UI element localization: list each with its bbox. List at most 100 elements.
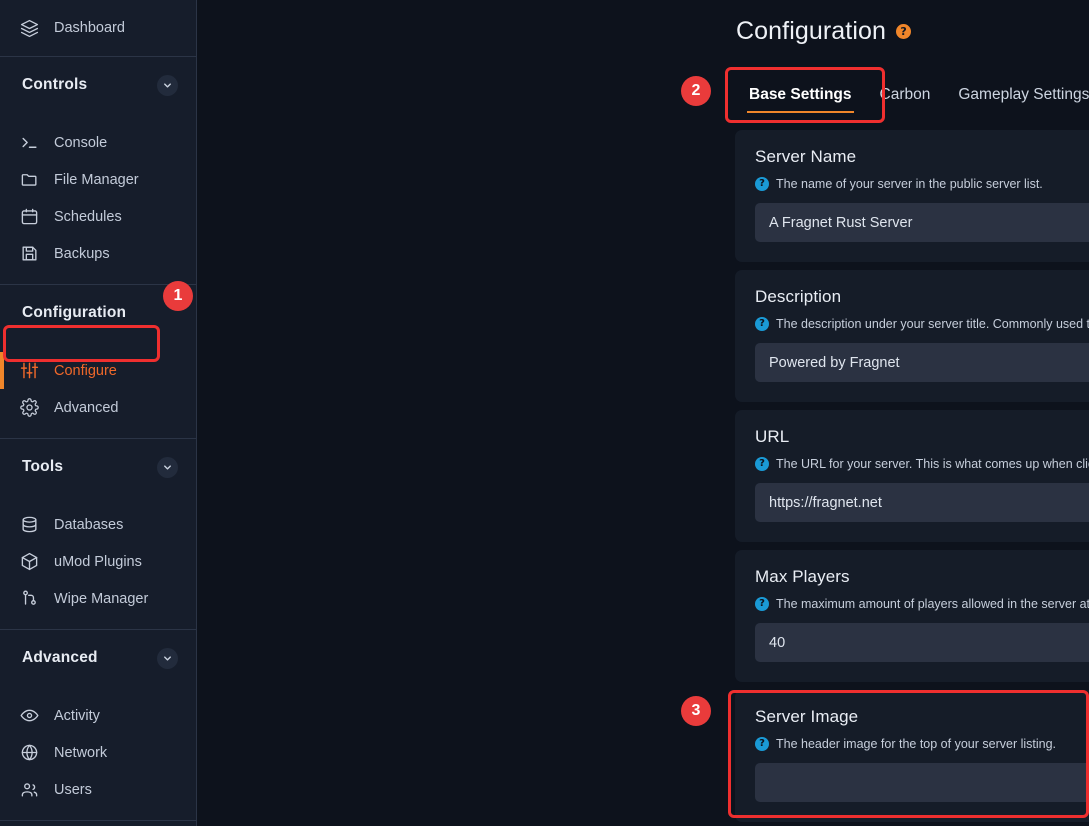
sidebar-item-activity[interactable]: Activity (0, 697, 196, 734)
sidebar-item-label: File Manager (54, 171, 139, 188)
sidebar-item-databases[interactable]: Databases (0, 506, 196, 543)
sidebar-item-label: Wipe Manager (54, 590, 149, 607)
input-value: A Fragnet Rust Server (769, 214, 913, 231)
sidebar-item-dashboard[interactable]: Dashboard (0, 0, 196, 56)
sidebar-item-advanced-config[interactable]: Advanced (0, 389, 196, 426)
card-hint: ? The description under your server titl… (755, 317, 1089, 331)
annotation-badge-1: 1 (163, 281, 193, 311)
sidebar-group-label: Configuration (22, 304, 127, 321)
card-max-players: Max Players ? The maximum amount of play… (735, 550, 1089, 682)
sidebar-item-umod-plugins[interactable]: uMod Plugins (0, 543, 196, 580)
chevron-down-icon[interactable] (157, 456, 178, 478)
sidebar-item-schedules[interactable]: Schedules (0, 198, 196, 235)
sidebar-item-label: Users (54, 781, 92, 798)
package-icon (20, 552, 39, 571)
database-icon (20, 515, 39, 534)
card-url: URL ? The URL for your server. This is w… (735, 410, 1089, 542)
calendar-icon (20, 207, 39, 226)
server-name-input[interactable]: A Fragnet Rust Server (755, 203, 1089, 242)
tab-label: Gameplay Settings (958, 86, 1089, 103)
sidebar-group-header-controls[interactable]: Controls (0, 57, 196, 113)
terminal-icon (20, 133, 39, 152)
main-content: Configuration ? Base Settings Carbon Gam… (197, 0, 1089, 826)
sidebar-item-label: Network (54, 744, 108, 761)
card-title: Server Name (755, 147, 857, 166)
input-value: 40 (769, 634, 786, 651)
sliders-icon (20, 361, 39, 380)
sidebar-section-tools: Tools Databases uMod Plugins Wipe Manage… (0, 439, 196, 630)
card-hint: ? The header image for the top of your s… (755, 737, 1089, 751)
sidebar: Dashboard Controls Console File Manager … (0, 0, 197, 826)
max-players-input[interactable]: 40 (755, 623, 1089, 662)
sidebar-group-label: Advanced (22, 649, 98, 666)
card-hint: ? The URL for your server. This is what … (755, 457, 1089, 471)
sidebar-item-label: Dashboard (54, 20, 125, 36)
tab-base-settings[interactable]: Base Settings (735, 78, 866, 115)
sidebar-item-configure[interactable]: Configure (0, 352, 196, 389)
save-icon (20, 244, 39, 263)
sidebar-section-advanced: Advanced Activity Network Users (0, 630, 196, 821)
sidebar-item-label: uMod Plugins (54, 553, 142, 570)
sidebar-item-file-manager[interactable]: File Manager (0, 161, 196, 198)
gear-icon (20, 398, 39, 417)
card-description: Description ? The description under your… (735, 270, 1089, 402)
card-server-image: Server Image ? The header image for the … (735, 690, 1089, 822)
card-title: URL (755, 427, 790, 446)
card-hint-text: The header image for the top of your ser… (776, 737, 1057, 751)
annotation-badge-3: 3 (681, 696, 711, 726)
git-branch-icon (20, 589, 39, 608)
help-icon[interactable]: ? (755, 737, 769, 751)
description-input[interactable]: Powered by Fragnet (755, 343, 1089, 382)
card-title: Max Players (755, 567, 850, 586)
sidebar-item-backups[interactable]: Backups (0, 235, 196, 272)
card-server-name: Server Name ? The name of your server in… (735, 130, 1089, 262)
sidebar-item-users[interactable]: Users (0, 771, 196, 808)
sidebar-group-label: Controls (22, 76, 88, 93)
card-hint-text: The maximum amount of players allowed in… (776, 597, 1089, 611)
tab-gameplay-settings[interactable]: Gameplay Settings (944, 78, 1089, 115)
url-input[interactable]: https://fragnet.net (755, 483, 1089, 522)
help-icon[interactable]: ? (755, 457, 769, 471)
tab-label: Base Settings (749, 86, 852, 103)
tab-label: Carbon (879, 86, 931, 103)
tab-carbon[interactable]: Carbon (866, 78, 945, 115)
eye-icon (20, 706, 39, 725)
sidebar-item-label: Configure (54, 362, 117, 379)
sidebar-item-console[interactable]: Console (0, 124, 196, 161)
globe-icon (20, 743, 39, 762)
sidebar-item-label: Activity (54, 707, 100, 724)
card-hint: ? The name of your server in the public … (755, 177, 1089, 191)
sidebar-item-label: Databases (54, 516, 124, 533)
page-title-text: Configuration (736, 17, 887, 45)
annotation-badge-2: 2 (681, 76, 711, 106)
card-hint-text: The name of your server in the public se… (776, 177, 1043, 191)
help-icon[interactable]: ? (755, 177, 769, 191)
chevron-down-icon[interactable] (157, 647, 178, 669)
sidebar-group-header-tools[interactable]: Tools (0, 439, 196, 495)
card-hint: ? The maximum amount of players allowed … (755, 597, 1089, 611)
help-icon[interactable]: ? (896, 24, 912, 39)
sidebar-section-controls: Controls Console File Manager Schedules … (0, 57, 196, 285)
sidebar-section-dashboard: Dashboard (0, 0, 196, 57)
sidebar-group-header-advanced[interactable]: Advanced (0, 630, 196, 686)
help-icon[interactable]: ? (755, 597, 769, 611)
help-icon[interactable]: ? (755, 317, 769, 331)
chevron-down-icon[interactable] (157, 74, 178, 96)
tab-bar: Base Settings Carbon Gameplay Settings (735, 78, 1089, 115)
server-image-input[interactable] (755, 763, 1089, 802)
card-title: Server Image (755, 707, 859, 726)
card-title: Description (755, 287, 842, 306)
sidebar-item-network[interactable]: Network (0, 734, 196, 771)
card-hint-text: The URL for your server. This is what co… (776, 457, 1089, 471)
page-title: Configuration ? (736, 17, 912, 46)
sidebar-item-label: Console (54, 134, 108, 151)
sidebar-item-wipe-manager[interactable]: Wipe Manager (0, 580, 196, 617)
